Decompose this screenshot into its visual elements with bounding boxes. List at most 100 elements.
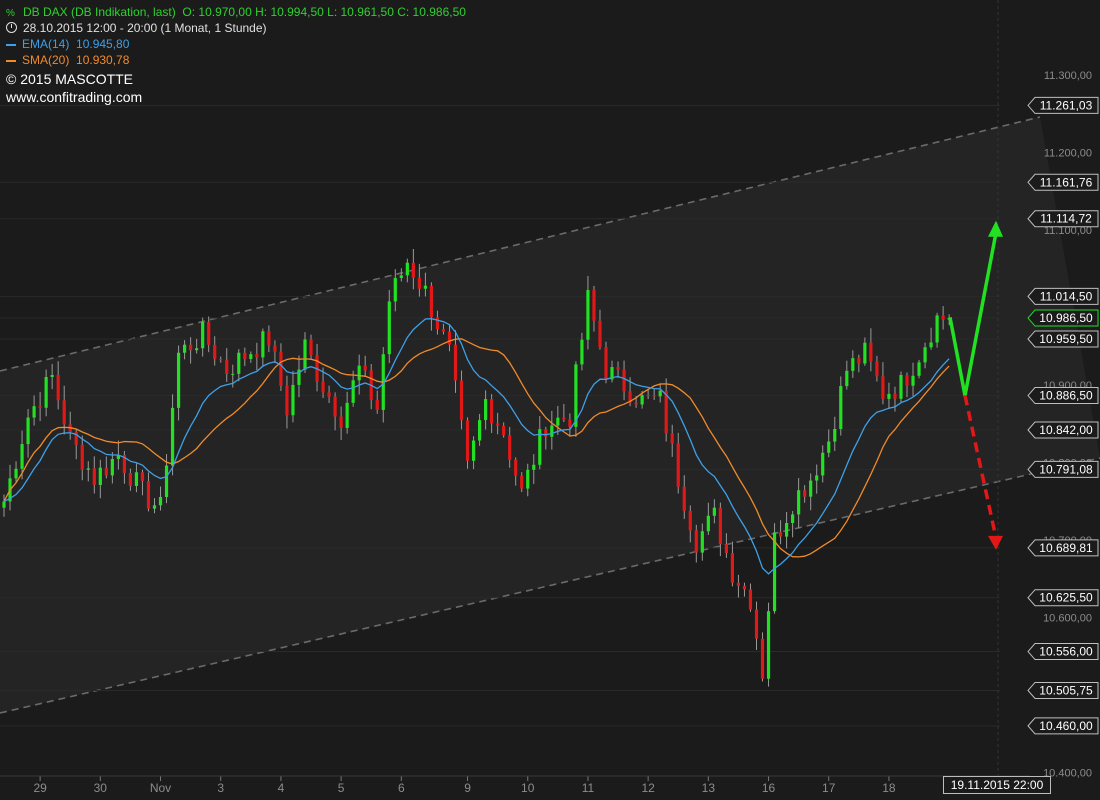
website-link[interactable]: www.confitrading.com: [6, 89, 142, 105]
price-tag-label: 11.261,03: [1040, 98, 1093, 112]
price-tag-label: 10.791,08: [1039, 462, 1093, 476]
candle-down: [724, 544, 728, 554]
candle-up: [183, 344, 187, 353]
candle-up: [772, 532, 777, 612]
time-range-row: 28.10.2015 12:00 - 20:00 (1 Monat, 1 Stu…: [6, 20, 267, 36]
candle-up: [911, 375, 915, 386]
candle-up: [351, 380, 355, 403]
x-tick-label: Nov: [150, 781, 171, 795]
x-tick-label: 5: [338, 781, 345, 795]
candle-down: [736, 582, 741, 586]
candle-down: [92, 468, 96, 485]
candle-up: [357, 365, 361, 381]
price-tag-label: 11.014,50: [1040, 289, 1093, 303]
candle-down: [664, 390, 668, 434]
x-tick-label: 12: [641, 781, 655, 795]
candle-down: [592, 290, 596, 321]
price-tag-label: 10.959,50: [1039, 332, 1093, 346]
candle-down: [803, 490, 807, 497]
cursor-date-label: 19.11.2015 22:00: [943, 776, 1051, 794]
price-tag-label: 10.886,50: [1039, 389, 1093, 403]
candle-up: [797, 490, 801, 515]
candle-up: [423, 285, 427, 289]
candle-down: [670, 433, 674, 444]
y-tick-label: 10.600,00: [1043, 612, 1092, 624]
candle-down: [652, 395, 656, 397]
candle-up: [345, 402, 349, 428]
candle-down: [327, 392, 331, 397]
candle-down: [688, 510, 692, 531]
candle-up: [249, 354, 253, 359]
candle-up: [640, 395, 644, 405]
x-tick-label: 30: [94, 781, 108, 795]
time-range: 28.10.2015 12:00 - 20:00 (1 Monat, 1 Stu…: [23, 21, 267, 35]
candle-up: [827, 441, 831, 453]
candle-up: [532, 464, 536, 470]
instrument-title: DB DAX (DB Indikation, last): [23, 5, 176, 19]
chart-area[interactable]: 11.300,0011.200,0011.100,0010.900,0010.8…: [0, 0, 1100, 800]
candle-down: [520, 475, 524, 489]
candle-up: [261, 331, 265, 358]
candle-up: [851, 358, 855, 371]
x-tick-label: 16: [762, 781, 776, 795]
candle-down: [760, 638, 765, 679]
sma-value: 10.930,78: [76, 53, 130, 67]
candle-down: [742, 585, 747, 590]
candle-down: [502, 425, 506, 436]
x-tick-label: 13: [702, 781, 716, 795]
candle-up: [809, 480, 813, 497]
candle-down: [363, 365, 367, 371]
price-chart[interactable]: 11.300,0011.200,0011.100,0010.900,0010.8…: [0, 0, 1100, 800]
candle-up: [712, 507, 716, 516]
candle-down: [447, 331, 452, 345]
candle-down: [869, 342, 873, 362]
candle-up: [201, 321, 205, 349]
candle-down: [225, 359, 229, 375]
candle-up: [399, 275, 403, 279]
ema-label: EMA(14): [22, 37, 70, 51]
candle-up: [170, 407, 175, 466]
candle-down: [718, 507, 722, 545]
candle-up: [923, 347, 927, 363]
price-tag-label: 11.161,76: [1040, 175, 1093, 189]
price-tag-label: 10.556,00: [1039, 645, 1093, 659]
candle-down: [285, 385, 289, 416]
candle-down: [267, 331, 271, 346]
price-tag-label: 10.505,75: [1039, 683, 1093, 697]
candle-down: [881, 376, 885, 399]
candle-up: [658, 390, 662, 397]
candle-up: [50, 374, 54, 378]
candle-up: [20, 444, 24, 469]
candle-up: [195, 348, 199, 351]
candle-up: [833, 428, 837, 442]
candle-down: [333, 396, 337, 417]
candle-down: [616, 367, 620, 370]
ohlc-values: O: 10.970,00 H: 10.994,50 L: 10.961,50 C…: [182, 5, 466, 19]
candle-down: [514, 459, 518, 476]
candle-down: [273, 345, 277, 352]
clock-icon: [6, 22, 17, 33]
candle-down: [38, 406, 42, 408]
candle-up: [32, 406, 36, 418]
price-tag-label: 10.460,00: [1039, 719, 1093, 733]
candle-down: [459, 380, 464, 421]
candle-down: [56, 374, 60, 401]
candle-down: [893, 393, 897, 399]
candle-up: [935, 315, 939, 343]
candle-up: [44, 377, 48, 408]
candle-down: [104, 467, 108, 476]
x-tick-label: 3: [217, 781, 224, 795]
candle-up: [98, 467, 102, 485]
price-tag-label: 10.986,50: [1039, 311, 1093, 325]
candle-down: [544, 429, 548, 437]
x-tick-label: 11: [582, 781, 595, 795]
candle-down: [562, 417, 566, 420]
candle-up: [405, 262, 409, 276]
candle-up: [580, 339, 584, 365]
candle-down: [417, 277, 421, 289]
price-tag-label: 10.689,81: [1039, 541, 1093, 555]
candle-up: [791, 514, 795, 523]
candle-down: [189, 344, 193, 351]
candle-down: [339, 416, 343, 428]
x-tick-label: 6: [398, 781, 405, 795]
